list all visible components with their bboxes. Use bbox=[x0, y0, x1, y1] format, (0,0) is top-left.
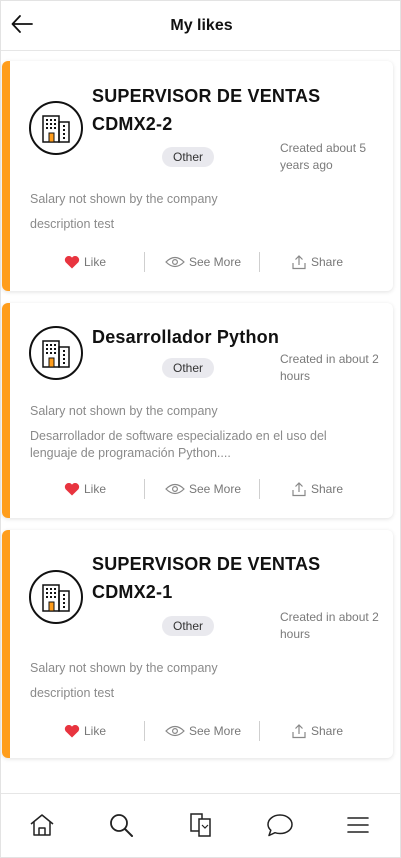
salary-text: Salary not shown by the company bbox=[30, 661, 218, 675]
job-card[interactable]: Desarrollador Python Other Created in ab… bbox=[2, 303, 393, 518]
heart-icon bbox=[64, 255, 80, 269]
divider bbox=[259, 721, 260, 741]
share-label: Share bbox=[311, 724, 344, 738]
divider bbox=[144, 252, 145, 272]
card-actions: Like See More Share bbox=[2, 478, 393, 500]
top-bar: My likes bbox=[1, 1, 400, 51]
building-icon bbox=[42, 584, 70, 612]
see-more-button[interactable]: See More bbox=[165, 478, 241, 500]
card-actions: Like See More Share bbox=[2, 251, 393, 273]
created-time: Created in about 2 hours bbox=[280, 610, 379, 641]
created-time: Created about 5 years ago bbox=[280, 141, 367, 172]
see-more-button[interactable]: See More bbox=[165, 720, 241, 742]
category-badge: Other bbox=[162, 358, 215, 378]
job-title: Desarrollador Python bbox=[92, 327, 280, 347]
like-button[interactable]: Like bbox=[64, 720, 106, 742]
eye-icon bbox=[165, 725, 185, 737]
like-label: Like bbox=[84, 724, 107, 738]
menu-icon bbox=[347, 817, 369, 833]
job-title: SUPERVISOR DE VENTAS CDMX2-2 bbox=[92, 86, 321, 134]
divider bbox=[259, 479, 260, 499]
share-button[interactable]: Share bbox=[291, 720, 343, 742]
share-button[interactable]: Share bbox=[291, 251, 343, 273]
search-icon bbox=[110, 814, 133, 837]
nav-search[interactable] bbox=[106, 810, 136, 840]
nav-menu[interactable] bbox=[343, 810, 373, 840]
see-more-label: See More bbox=[189, 724, 242, 738]
company-logo bbox=[29, 570, 83, 624]
nav-home[interactable] bbox=[27, 810, 57, 840]
see-more-button[interactable]: See More bbox=[165, 251, 241, 273]
salary-text: Salary not shown by the company bbox=[30, 192, 218, 206]
eye-icon bbox=[165, 483, 185, 495]
like-label: Like bbox=[84, 255, 107, 269]
job-title: SUPERVISOR DE VENTAS CDMX2-1 bbox=[92, 554, 321, 602]
home-icon bbox=[30, 814, 54, 836]
eye-icon bbox=[165, 256, 185, 268]
company-logo bbox=[29, 326, 83, 380]
card-actions: Like See More Share bbox=[2, 720, 393, 742]
share-label: Share bbox=[311, 255, 344, 269]
documents-icon bbox=[190, 813, 211, 837]
chat-icon bbox=[267, 814, 293, 837]
created-time: Created in about 2 hours bbox=[280, 352, 379, 383]
heart-icon bbox=[64, 724, 80, 738]
share-label: Share bbox=[311, 482, 344, 496]
divider bbox=[144, 721, 145, 741]
job-description: Desarrollador de software especializado … bbox=[30, 429, 327, 460]
category-badge: Other bbox=[162, 616, 215, 636]
building-icon bbox=[42, 340, 70, 368]
bottom-nav bbox=[1, 793, 400, 857]
nav-chat[interactable] bbox=[265, 810, 295, 840]
job-description: description test bbox=[30, 686, 115, 700]
heart-icon bbox=[64, 482, 80, 496]
app-frame: My likes SUPERVISOR DE VENTAS CDMX2-2 Ot… bbox=[0, 0, 401, 858]
like-label: Like bbox=[84, 482, 107, 496]
divider bbox=[144, 479, 145, 499]
company-logo bbox=[29, 101, 83, 155]
share-button[interactable]: Share bbox=[291, 478, 343, 500]
share-icon bbox=[292, 255, 306, 270]
divider bbox=[259, 252, 260, 272]
share-icon bbox=[292, 724, 306, 739]
see-more-label: See More bbox=[189, 255, 242, 269]
like-button[interactable]: Like bbox=[64, 478, 106, 500]
salary-text: Salary not shown by the company bbox=[30, 404, 218, 418]
see-more-label: See More bbox=[189, 482, 242, 496]
nav-documents[interactable] bbox=[186, 810, 216, 840]
job-description: description test bbox=[30, 217, 115, 231]
job-card[interactable]: SUPERVISOR DE VENTAS CDMX2-2 Other Creat… bbox=[2, 61, 393, 291]
building-icon bbox=[42, 115, 70, 143]
like-button[interactable]: Like bbox=[64, 251, 106, 273]
category-badge: Other bbox=[162, 147, 215, 167]
share-icon bbox=[292, 482, 306, 497]
page-title: My likes bbox=[170, 17, 233, 34]
job-card[interactable]: SUPERVISOR DE VENTAS CDMX2-1 Other Creat… bbox=[2, 530, 393, 758]
